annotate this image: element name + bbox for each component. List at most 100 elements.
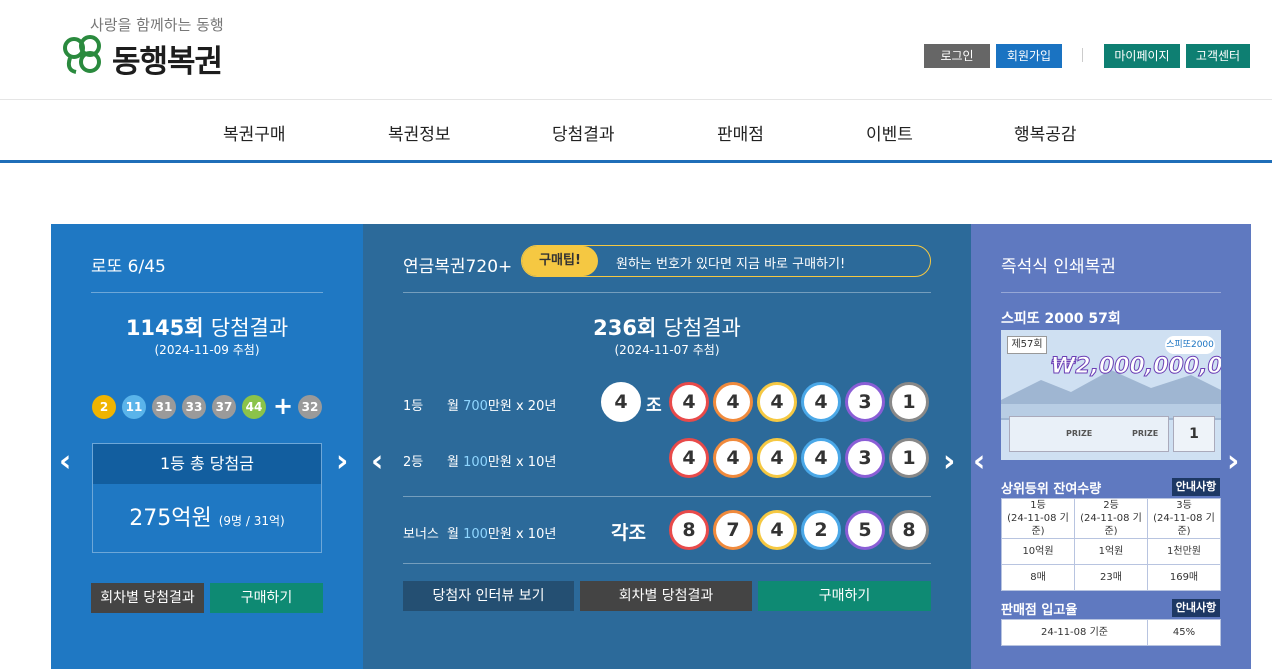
table-cell: 3등 (24-11-08 기준) [1147, 498, 1221, 539]
remain-title: 상위등위 잔여수량 [1001, 482, 1102, 497]
next-arrow-icon[interactable]: › [336, 444, 348, 479]
pension-digit-ball: 8 [889, 510, 929, 550]
pension-digit-ball: 3 [845, 382, 885, 422]
login-button[interactable]: 로그인 [924, 44, 990, 68]
divider [403, 563, 931, 564]
tip-text: 원하는 번호가 있다면 지금 바로 구매하기! [616, 257, 846, 272]
instant-panel: 즉석식 인쇄복권 스피또 2000 57회 제57회 스피또2000 ₩2,00… [971, 224, 1251, 669]
lotto-number-ball: 2 [92, 395, 116, 419]
table-cell: 23매 [1074, 564, 1148, 591]
ticket-amount: ₩2,000,000,000 [1050, 354, 1221, 380]
nav-item-info[interactable]: 복권정보 [388, 120, 451, 145]
lotto-number-ball: 44 [242, 395, 266, 419]
lotto-draw-date: (2024-11-09 추첨) [154, 343, 260, 357]
winner-interview-button[interactable]: 당첨자 인터뷰 보기 [403, 581, 574, 611]
divider [91, 292, 323, 293]
pension-round-title: 236회 당첨결과 [593, 316, 741, 340]
pension-digit-ball: 1 [889, 382, 929, 422]
prize-amount: 월 100만원 x 10년 [447, 455, 557, 470]
table-cell: 8매 [1001, 564, 1075, 591]
shop-title: 판매점 입고율 [1001, 603, 1078, 618]
next-arrow-icon[interactable]: › [1227, 444, 1239, 479]
lotto-bonus-ball: 32 [298, 395, 322, 419]
ticket-label: 스피또 2000 57회 [1001, 311, 1121, 327]
bonus-plus: + [273, 392, 294, 420]
ticket-scratch-area: 1 [1173, 416, 1215, 452]
divider [403, 496, 931, 497]
shop-notice-badge[interactable]: 안내사항 [1172, 599, 1220, 617]
group-ball: 4 [601, 382, 641, 422]
nav-item-results[interactable]: 당첨결과 [552, 120, 615, 145]
shop-table: 24-11-08 기준 45% [1001, 619, 1221, 646]
pension-buy-button[interactable]: 구매하기 [758, 581, 931, 611]
lotto-number-ball: 37 [212, 395, 236, 419]
prev-arrow-icon[interactable]: ‹ [973, 444, 985, 479]
pension-digit-ball: 4 [801, 382, 841, 422]
nav-item-community[interactable]: 행복공감 [1014, 120, 1077, 145]
pension-digit-ball: 2 [801, 510, 841, 550]
divider [1001, 292, 1221, 293]
rank-label: 보너스 [403, 527, 439, 542]
purchase-tip[interactable]: 구매팁! 원하는 번호가 있다면 지금 바로 구매하기! [521, 245, 931, 277]
main-nav: 복권구매 복권정보 당첨결과 판매점 이벤트 행복공감 [0, 100, 1272, 163]
rank-label: 1등 [403, 399, 424, 414]
remain-table: 1등 (24-11-08 기준) 2등 (24-11-08 기준) 3등 (24-11… [1001, 498, 1221, 591]
lotto-history-button[interactable]: 회차별 당첨결과 [91, 583, 204, 613]
first-prize-amount: 275억원 (9명 / 31억) [129, 506, 285, 531]
nav-item-shops[interactable]: 판매점 [717, 120, 764, 145]
mypage-button[interactable]: 마이페이지 [1104, 44, 1180, 68]
table-row: 10억원 1억원 1천만원 [1001, 538, 1221, 565]
lotto-panel: 로또 6/45 1145회 당첨결과 (2024-11-09 추첨) 2 11 31… [51, 224, 363, 669]
prev-arrow-icon[interactable]: ‹ [371, 444, 383, 479]
table-cell: 10억원 [1001, 538, 1075, 565]
tip-badge: 구매팁! [522, 246, 598, 276]
table-cell: 169매 [1147, 564, 1221, 591]
pension-digit-ball: 1 [889, 438, 929, 478]
rank-label: 2등 [403, 455, 424, 470]
pension-digit-ball: 4 [713, 382, 753, 422]
divider [403, 292, 931, 293]
pension-digit-ball: 4 [757, 382, 797, 422]
pension-digit-ball: 4 [713, 438, 753, 478]
pension-history-button[interactable]: 회차별 당첨결과 [580, 581, 752, 611]
table-cell: 1천만원 [1147, 538, 1221, 565]
ticket-image[interactable]: 제57회 스피또2000 ₩2,000,000,000 PRIZE PRIZE … [1001, 330, 1221, 460]
table-cell: 1등 (24-11-08 기준) [1001, 498, 1075, 539]
pension-title: 연금복권720+ [403, 257, 513, 277]
group-label: 각조 [611, 522, 646, 544]
support-button[interactable]: 고객센터 [1186, 44, 1250, 68]
lotto-number-ball: 11 [122, 395, 146, 419]
table-cell: 2등 (24-11-08 기준) [1074, 498, 1148, 539]
pension-digit-ball: 3 [845, 438, 885, 478]
first-prize-label: 1등 총 당첨금 [93, 444, 321, 484]
table-row: 24-11-08 기준 45% [1001, 619, 1221, 646]
prev-arrow-icon[interactable]: ‹ [59, 444, 71, 479]
pension-digit-ball: 4 [801, 438, 841, 478]
table-cell: 45% [1147, 619, 1221, 646]
next-arrow-icon[interactable]: › [943, 444, 955, 479]
util-divider [1082, 48, 1083, 62]
prize-amount: 월 700만원 x 20년 [447, 399, 557, 414]
pension-panel: 연금복권720+ 구매팁! 원하는 번호가 있다면 지금 바로 구매하기! 23… [363, 224, 971, 669]
nav-item-buy[interactable]: 복권구매 [223, 120, 286, 145]
lotto-number-ball: 31 [152, 395, 176, 419]
pension-digit-ball: 5 [845, 510, 885, 550]
remain-notice-badge[interactable]: 안내사항 [1172, 478, 1220, 496]
pension-draw-date: (2024-11-07 추첨) [614, 343, 720, 357]
site-header: 사랑을 함께하는 동행 동행복권 로그인 회원가입 마이페이지 고객센터 [0, 0, 1272, 100]
pension-digit-ball: 4 [669, 438, 709, 478]
ticket-prize-row: PRIZE PRIZE [1009, 416, 1169, 452]
clover-logo-icon [63, 35, 101, 74]
pension-digit-ball: 8 [669, 510, 709, 550]
first-prize-box: 1등 총 당첨금 275억원 (9명 / 31억) [92, 443, 322, 553]
ticket-logo: 스피또2000 [1165, 336, 1215, 354]
logo-slogan: 사랑을 함께하는 동행 [90, 16, 224, 34]
lotto-buy-button[interactable]: 구매하기 [210, 583, 323, 613]
nav-item-events[interactable]: 이벤트 [866, 120, 913, 145]
instant-title: 즉석식 인쇄복권 [1001, 257, 1116, 277]
pension-digit-ball: 7 [713, 510, 753, 550]
join-button[interactable]: 회원가입 [996, 44, 1062, 68]
table-row: 1등 (24-11-08 기준) 2등 (24-11-08 기준) 3등 (24-11… [1001, 498, 1221, 539]
pension-digit-ball: 4 [757, 510, 797, 550]
lotto-number-ball: 33 [182, 395, 206, 419]
